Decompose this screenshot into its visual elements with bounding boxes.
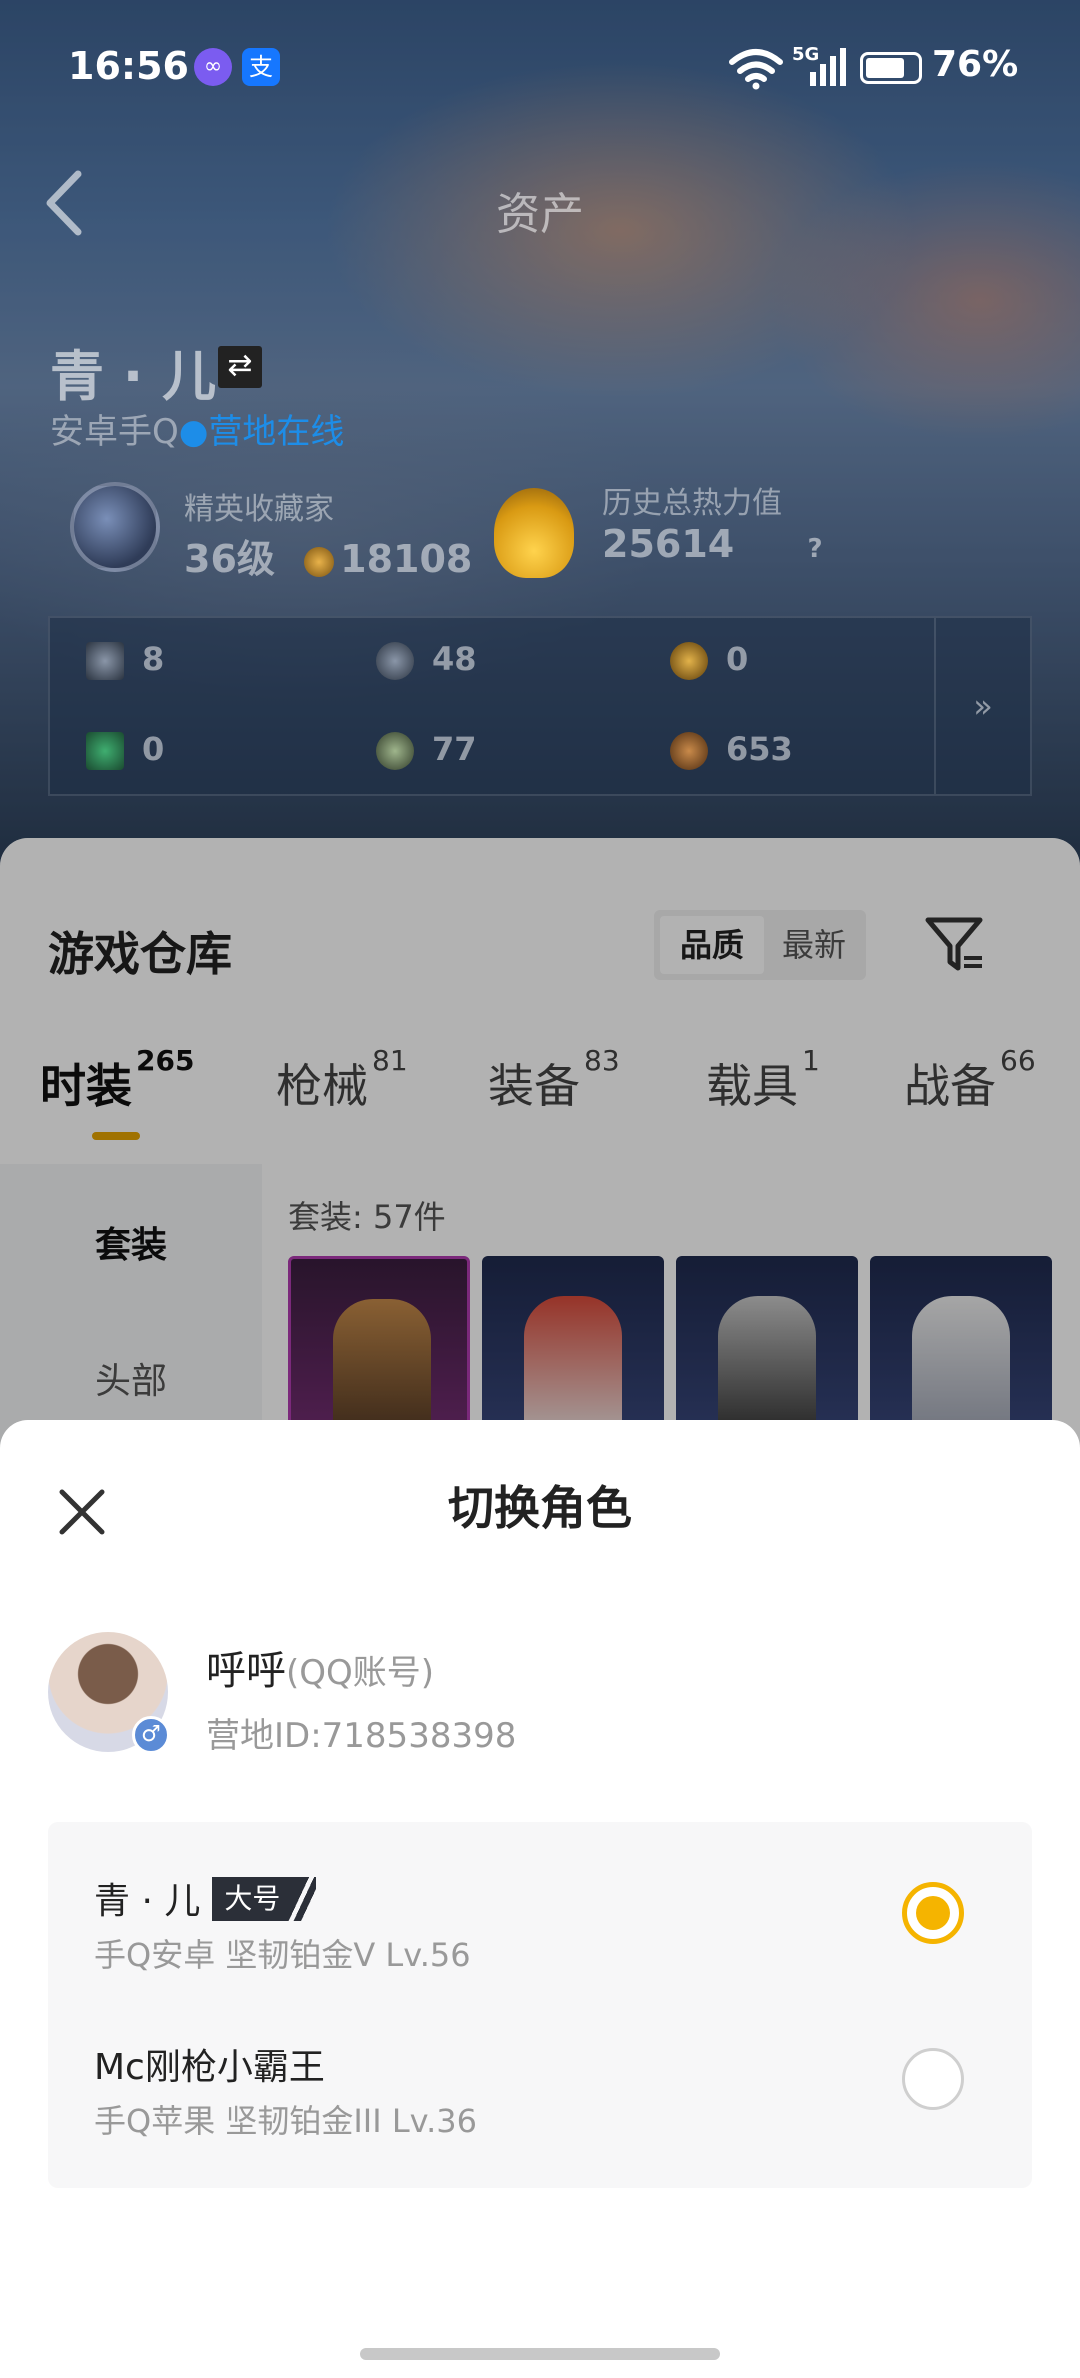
role-item[interactable]: 青 · 儿大号 手Q安卓 坚韧铂金V Lv.56 — [48, 1834, 1032, 1994]
resource-value: 0 — [726, 640, 749, 678]
collector-coin-icon — [304, 546, 335, 577]
main-account-badge: 大号 — [212, 1877, 317, 1921]
battery-fill — [866, 58, 904, 78]
role-name-line: 青 · 儿大号 — [94, 1872, 317, 1925]
collector-points: 18108 — [340, 537, 473, 581]
collector-stat: 精英收藏家 36级 18108 — [184, 484, 472, 583]
online-dot: ● — [178, 412, 209, 452]
page-title: 资产 — [496, 189, 584, 240]
switch-role-sheet: 切换角色 ♂ 呼呼(QQ账号) 营地ID:718538398 青 · 儿大号 手… — [0, 1420, 1080, 2378]
resource-value: 653 — [726, 730, 793, 768]
status-time: 16:56 — [68, 44, 189, 88]
role-details: 手Q安卓 坚韧铂金V Lv.56 — [94, 1936, 471, 1974]
resource-item: 48 — [376, 640, 477, 680]
role-radio[interactable] — [902, 2048, 964, 2110]
male-icon: ♂ — [132, 1716, 170, 1754]
alipay-icon: 支 — [242, 48, 280, 86]
role-list: 青 · 儿大号 手Q安卓 坚韧铂金V Lv.56 Mc刚枪小霸王 手Q苹果 坚韧… — [48, 1822, 1032, 2188]
resource-bronze-icon — [670, 732, 708, 770]
role-name: 青 · 儿 — [94, 1881, 201, 1922]
resource-orb-icon — [376, 732, 414, 770]
status-bar: 16:56 ∞ 支 5G 76% — [0, 40, 1080, 100]
resource-value: 8 — [142, 640, 165, 678]
app-notification-icon: ∞ — [194, 48, 232, 86]
platform-label: 安卓手Q — [50, 412, 179, 452]
power-value: 25614 — [602, 522, 735, 566]
resources-more-button[interactable]: » — [934, 618, 1030, 794]
resource-card-icon — [86, 642, 124, 680]
account-id: 营地ID:718538398 — [206, 1716, 517, 1756]
signal-bars-icon — [810, 48, 846, 86]
wifi-icon — [729, 49, 783, 90]
resources-panel: 8 48 0 0 77 653 » — [48, 616, 1032, 796]
account-name-line: 呼呼(QQ账号) — [206, 1638, 434, 1696]
power-label: 历史总热力值 — [602, 486, 782, 521]
power-stat: 历史总热力值 25614 ? — [602, 478, 823, 566]
role-name-line: Mc刚枪小霸王 — [94, 2038, 325, 2090]
battery-icon — [860, 52, 922, 84]
resource-item: 8 — [86, 640, 164, 680]
resource-gold-icon — [670, 642, 708, 680]
role-item[interactable]: Mc刚枪小霸王 手Q苹果 坚韧铂金III Lv.36 — [48, 2000, 1032, 2160]
role-details: 手Q苹果 坚韧铂金III Lv.36 — [94, 2102, 478, 2140]
sheet-title: 切换角色 — [448, 1481, 632, 1535]
switch-role-icon[interactable]: ⇄ — [218, 346, 262, 388]
resource-item: 0 — [86, 730, 164, 770]
resource-value: 48 — [432, 640, 477, 678]
home-indicator[interactable] — [360, 2348, 720, 2360]
collector-values: 36级 18108 — [184, 528, 472, 583]
resource-item: 0 — [670, 640, 748, 680]
battery-percent: 76% — [932, 44, 1019, 85]
resource-item: 77 — [376, 730, 477, 770]
online-status: 营地在线 — [208, 412, 345, 452]
role-radio-selected[interactable] — [902, 1882, 964, 1944]
collector-level: 36级 — [184, 537, 275, 581]
resource-ticket-icon — [86, 732, 124, 770]
collector-medal-icon — [70, 482, 160, 572]
account-name: 呼呼 — [206, 1648, 286, 1694]
collector-label: 精英收藏家 — [184, 492, 334, 527]
flame-icon — [494, 488, 574, 578]
player-name: 青 · 儿 — [50, 345, 217, 408]
resource-value: 0 — [142, 730, 165, 768]
resource-item: 653 — [670, 730, 793, 770]
power-values: 25614 ? — [602, 522, 823, 566]
account-type: (QQ账号) — [286, 1653, 435, 1693]
power-help-icon[interactable]: ? — [807, 534, 822, 564]
resource-coin-icon — [376, 642, 414, 680]
platform-line: 安卓手Q●营地在线 — [50, 404, 344, 453]
resource-value: 77 — [432, 730, 477, 768]
role-name: Mc刚枪小霸王 — [94, 2047, 325, 2088]
